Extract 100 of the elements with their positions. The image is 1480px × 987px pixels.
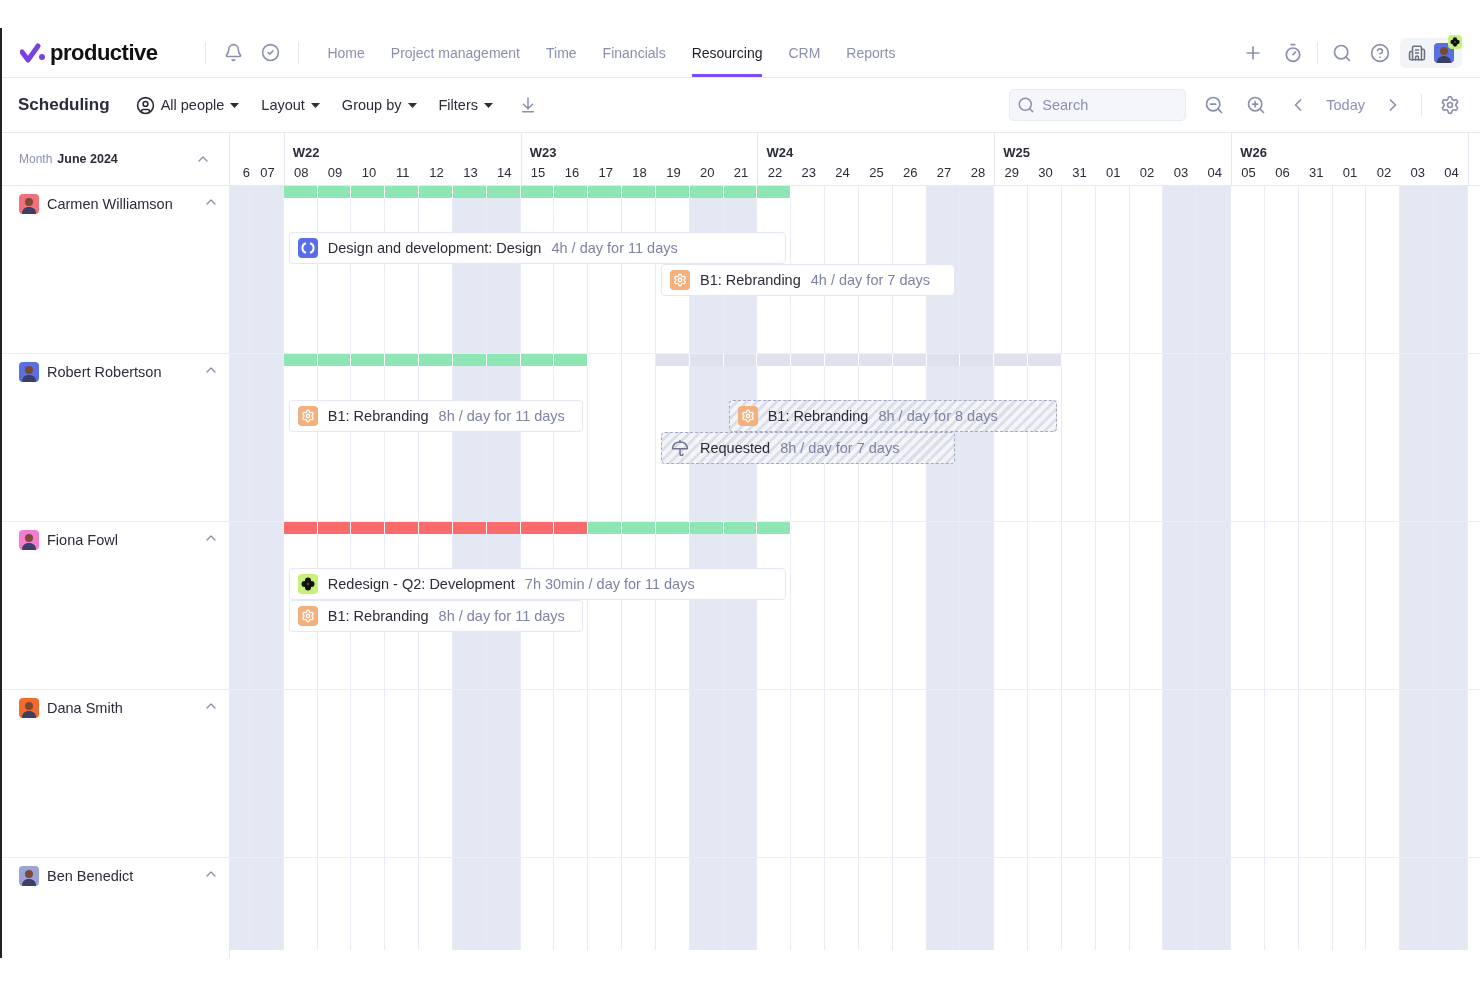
user-avatar (1434, 42, 1454, 63)
booking-detail: 8h / day for 7 days (780, 440, 900, 456)
person-name: Ben Benedict (47, 867, 134, 886)
day-label: 31 (1308, 165, 1325, 180)
booking-detail: 4h / day for 7 days (810, 272, 931, 288)
cycle-icon (297, 238, 318, 258)
building-icon (1408, 43, 1426, 62)
capacity-segment (926, 354, 961, 366)
search-icon (1017, 96, 1036, 114)
logo-icon (20, 42, 46, 63)
booking-title: Design and development: Design (327, 240, 542, 256)
week-label: W25 (1003, 145, 1031, 160)
dropdown-menu[interactable]: Filters (438, 97, 493, 113)
booking[interactable]: B1: Rebranding 8h / day for 11 days (288, 400, 584, 432)
capacity-segment (723, 522, 758, 534)
day-label: 04 (1443, 165, 1460, 180)
week-label: W22 (292, 145, 320, 160)
person-icon (135, 95, 155, 115)
day-label: 11 (395, 165, 411, 180)
umbrella-icon (670, 438, 690, 458)
month-value: June 2024 (57, 152, 118, 166)
capacity-segment (689, 186, 724, 198)
week-label: W23 (529, 145, 557, 160)
account-switcher[interactable] (1400, 37, 1462, 68)
month-label: Month (19, 152, 53, 166)
booking-title: B1: Rebranding (700, 272, 801, 288)
capacity-segment (453, 186, 487, 198)
day-label: 18 (631, 165, 648, 180)
day-label: 01 (1105, 165, 1122, 180)
capacity-segment (723, 186, 758, 198)
day-label: 31 (1071, 165, 1088, 180)
week-label: W26 (1240, 145, 1267, 160)
capacity-segment (960, 354, 995, 366)
caret-icon (484, 102, 493, 108)
booking[interactable]: Design and development: Design 4h / day for 11 days (288, 232, 787, 264)
booking-title: B1: Rebranding (767, 408, 869, 424)
dropdown-menu[interactable]: Group by (341, 97, 417, 113)
booking[interactable]: Redesign - Q2: Development 7h 30min / day for 11 days (288, 568, 787, 600)
day-label: 13 (462, 165, 479, 180)
dropdown-menu[interactable]: Layout (261, 97, 320, 113)
capacity-segment (486, 522, 521, 534)
gear-icon (297, 406, 318, 426)
person-name: Carmen Williamson (47, 195, 173, 214)
day-label: 03 (1409, 165, 1426, 180)
person-name: Robert Robertson (47, 363, 162, 382)
day-label: 17 (597, 165, 614, 180)
day-label: 23 (800, 165, 817, 180)
booking[interactable]: Requested 8h / day for 7 days (661, 432, 956, 464)
day-label: 14 (496, 165, 513, 180)
gear-icon (670, 270, 690, 290)
capacity-segment (486, 186, 521, 198)
day-label: 24 (834, 165, 851, 180)
day-label: 19 (665, 165, 682, 180)
booking-detail: 4h / day for 11 days (551, 240, 678, 256)
day-label: 03 (1172, 165, 1190, 180)
logo-text: productive (50, 39, 158, 66)
person-avatar (19, 698, 39, 718)
person-avatar (19, 194, 39, 214)
day-label: 25 (868, 165, 885, 180)
day-label: 6 (242, 165, 250, 180)
booking-detail: 8h / day for 11 days (438, 408, 565, 424)
day-label: 16 (563, 165, 581, 180)
booking[interactable]: B1: Rebranding 8h / day for 11 days (288, 600, 584, 632)
dropdown-menu[interactable]: All people (135, 95, 240, 115)
day-label: 20 (699, 165, 716, 180)
person-avatar (19, 866, 39, 886)
booking[interactable]: B1: Rebranding 8h / day for 8 days (728, 400, 1057, 432)
day-label: 10 (360, 165, 378, 180)
nav-tab[interactable]: Resourcing (691, 28, 763, 77)
person-name: Fiona Fowl (47, 531, 118, 550)
day-label: 30 (1037, 165, 1054, 180)
day-label: 01 (1341, 165, 1359, 180)
day-label: 02 (1375, 165, 1393, 180)
capacity-segment (453, 522, 487, 534)
week-label: W24 (766, 145, 794, 160)
day-label: 09 (326, 165, 344, 180)
day-label: 07 (259, 165, 276, 180)
day-label: 26 (902, 165, 919, 180)
clover-icon (297, 574, 318, 594)
page-title: Scheduling (18, 95, 110, 115)
booking-title: Requested (700, 440, 771, 456)
gear-icon (737, 406, 758, 426)
booking[interactable]: B1: Rebranding 4h / day for 7 days (661, 264, 956, 296)
day-label: 08 (293, 165, 310, 180)
capacity-segment (453, 354, 487, 366)
caret-icon (407, 102, 417, 108)
capacity-segment (689, 354, 724, 366)
person-avatar (19, 362, 39, 382)
capacity-segment (723, 354, 758, 366)
capacity-segment (689, 522, 724, 534)
caret-icon (230, 102, 240, 108)
day-label: 27 (935, 165, 953, 180)
caret-icon (310, 102, 320, 108)
day-label: 05 (1240, 165, 1257, 180)
booking-detail: 7h 30min / day for 11 days (524, 576, 695, 592)
day-label: 02 (1138, 165, 1156, 180)
day-label: 15 (529, 165, 547, 180)
booking-title: B1: Rebranding (327, 408, 429, 424)
day-label: 04 (1206, 165, 1223, 180)
search-field[interactable]: Search (1009, 89, 1187, 121)
